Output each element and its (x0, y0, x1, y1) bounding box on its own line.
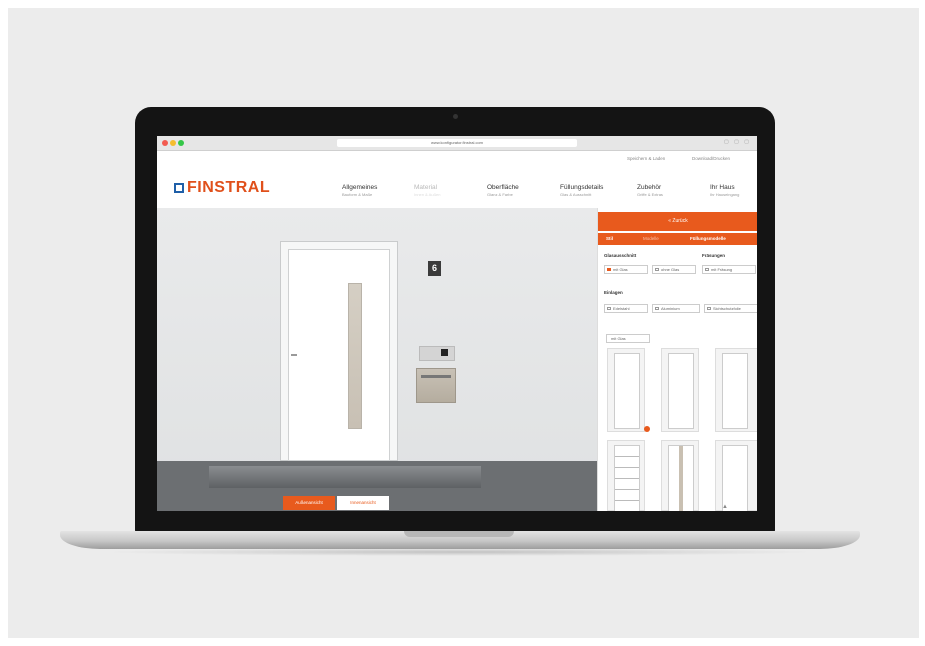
nav-item-allgemeines[interactable]: Allgemeines Bauform & Maße (342, 184, 377, 197)
nav-subtitle: Griffe & Extras (637, 192, 663, 197)
door-glass-strip (348, 283, 362, 429)
selected-check-icon (644, 426, 650, 432)
maximize-window-icon[interactable] (178, 140, 184, 146)
webcam-icon (453, 114, 458, 119)
download-print-link[interactable]: Download/Drucken (692, 156, 730, 161)
door-thumbnail-image (668, 353, 694, 429)
back-button[interactable]: « Zurück (598, 212, 757, 231)
checkbox-icon (655, 307, 659, 310)
option-label: mit Fräsung (711, 267, 733, 272)
door-thumbnail-image (614, 353, 640, 429)
door-leaf (288, 249, 390, 461)
nav-item-ihr-haus[interactable]: Ihr Haus Ihr Hauseingang (710, 184, 739, 197)
door-thumbnail-image (614, 445, 640, 511)
nav-subtitle: Ihr Hauseingang (710, 192, 740, 197)
glasausschnitt-label: Glasausschnitt (604, 253, 637, 258)
panel-tabs: Stil Modelle Füllungsmodelle (598, 233, 757, 245)
laptop-screen: www.konfigurator.finstral.com ▢ ▢ ▢ Spei… (157, 136, 757, 511)
door-model-thumbnail[interactable] (661, 348, 699, 432)
mailbox-slot (421, 375, 451, 378)
nav-title: Füllungsdetails (560, 184, 604, 191)
tab-stil[interactable]: Stil (606, 236, 613, 241)
einlagen-label: Einlagen (604, 290, 623, 295)
checkbox-icon (607, 307, 611, 310)
option-label: Sichtschutzfolie (713, 306, 741, 311)
door-model-thumbnail[interactable] (661, 440, 699, 511)
exterior-view-button[interactable]: Außenansicht (283, 496, 335, 510)
option-label: Aluminium (661, 306, 680, 311)
tab-modelle[interactable]: Modelle (643, 236, 659, 241)
nav-item-oberflaeche[interactable]: Oberfläche Glanz & Farbe (487, 184, 519, 197)
door-model-thumbnail[interactable] (607, 348, 645, 432)
nav-subtitle: Glas & Ausschnitt (560, 192, 592, 197)
door-thumbnail-image (722, 353, 748, 429)
door-model-thumbnail[interactable] (607, 440, 645, 511)
option-label: Edelstahl (613, 306, 630, 311)
checkbox-icon (705, 268, 709, 271)
mailbox (416, 368, 456, 403)
save-load-link[interactable]: Speichern & Laden (627, 156, 665, 161)
nav-subtitle: Glanz & Farbe (487, 192, 513, 197)
nav-item-zubehoer[interactable]: Zubehör Griffe & Extras (637, 184, 663, 197)
logo-square-icon (174, 183, 184, 193)
door-model-thumbnail[interactable] (715, 348, 757, 432)
nav-subtitle: Innen & Außen (414, 192, 441, 197)
option-sichtschutz[interactable]: Sichtschutzfolie (704, 304, 757, 313)
scroll-up-icon[interactable]: ▲ (722, 504, 728, 510)
option-label: mit Glas (613, 267, 628, 272)
browser-chrome: www.konfigurator.finstral.com ▢ ▢ ▢ (157, 136, 757, 151)
house-number: 6 (428, 261, 441, 276)
close-window-icon[interactable] (162, 140, 168, 146)
intercom (419, 346, 455, 361)
option-ohne-glas[interactable]: ohne Glas (652, 265, 696, 274)
nav-title: Zubehör (637, 184, 662, 191)
site-header: FINSTRAL Allgemeines Bauform & Maße Mate… (157, 168, 757, 208)
option-aluminium[interactable]: Aluminium (652, 304, 700, 313)
checkbox-checked-icon (607, 268, 611, 271)
door-preview: 6 Außenansicht Innenansicht (157, 208, 597, 511)
door-model-thumbnail[interactable] (715, 440, 757, 511)
nav-title: Oberfläche (487, 184, 519, 191)
logo[interactable]: FINSTRAL (187, 179, 270, 197)
utility-bar: Speichern & Laden Download/Drucken (157, 151, 757, 169)
laptop-notch (404, 531, 514, 537)
checkbox-icon (707, 307, 711, 310)
nav-item-fuellungsdetails[interactable]: Füllungsdetails Glas & Ausschnitt (560, 184, 603, 197)
door-thumbnail-image (722, 445, 748, 511)
config-panel: « Zurück Stil Modelle Füllungsmodelle Gl… (597, 208, 757, 511)
door-thumbnail-image (668, 445, 694, 511)
filter-dropdown[interactable]: mit Glas (606, 334, 650, 343)
tab-fuellungsmodelle[interactable]: Füllungsmodelle (690, 236, 726, 241)
camera-icon (441, 349, 448, 356)
laptop-shadow (100, 548, 820, 556)
option-mit-glas[interactable]: mit Glas (604, 265, 648, 274)
interior-view-button[interactable]: Innenansicht (337, 496, 389, 510)
nav-item-material[interactable]: Material Innen & Außen (414, 184, 440, 197)
nav-subtitle: Bauform & Maße (342, 192, 373, 197)
fraesungen-label: Fräsungen (702, 253, 726, 258)
browser-toolbar-icons[interactable]: ▢ ▢ ▢ (724, 139, 751, 145)
option-mit-fraesung[interactable]: mit Fräsung (702, 265, 756, 274)
door-handle (291, 354, 297, 356)
entrance-step (209, 466, 481, 488)
nav-title: Allgemeines (342, 184, 378, 191)
option-label: ohne Glas (661, 267, 680, 272)
address-bar[interactable]: www.konfigurator.finstral.com (337, 139, 577, 147)
nav-title: Material (414, 184, 438, 191)
nav-title: Ihr Haus (710, 184, 735, 191)
minimize-window-icon[interactable] (170, 140, 176, 146)
checkbox-icon (655, 268, 659, 271)
option-edelstahl[interactable]: Edelstahl (604, 304, 648, 313)
